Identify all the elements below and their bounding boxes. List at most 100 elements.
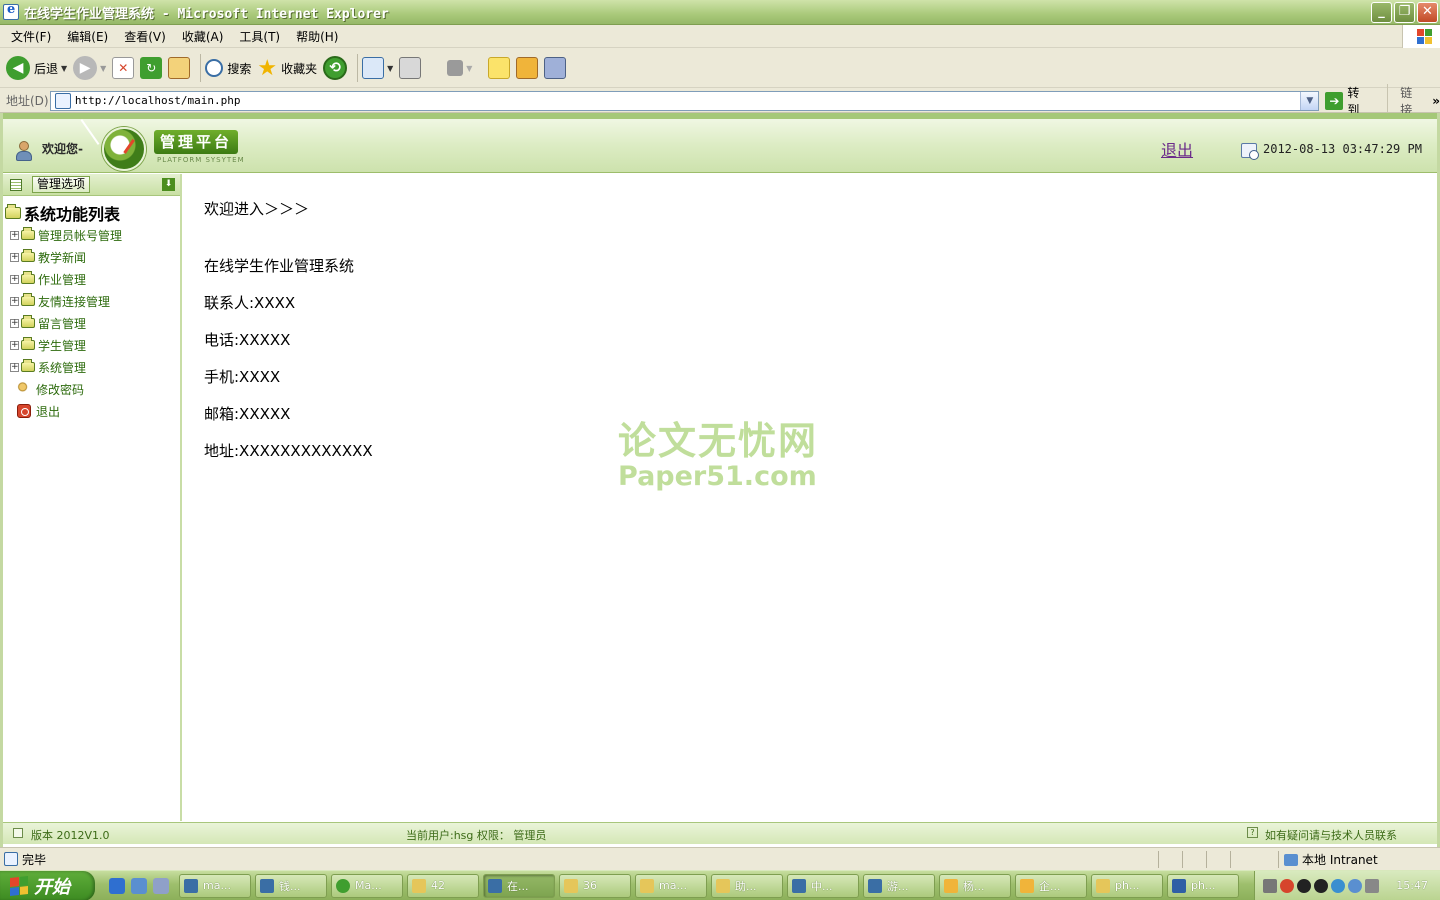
menu-tools[interactable]: 工具(T) <box>231 28 288 45</box>
taskbar-task[interactable]: ph... <box>1167 873 1239 898</box>
tree-item-messages[interactable]: + 留言管理 <box>3 312 180 334</box>
menu-edit[interactable]: 编辑(E) <box>59 28 116 45</box>
links-chevron-icon[interactable]: » <box>1432 94 1440 108</box>
taskbar-task-active[interactable]: 在... <box>483 873 555 898</box>
zone-text: 本地 Intranet <box>1302 853 1378 867</box>
collapse-arrow-icon[interactable]: ⬇ <box>162 178 175 191</box>
forward-arrow-icon: ▶ <box>73 56 98 80</box>
shield-icon[interactable] <box>1348 879 1362 893</box>
expand-icon[interactable]: + <box>10 340 19 350</box>
status-bar: 完毕 本地 Intranet <box>0 847 1440 870</box>
watermark-line1: 论文无忧网 <box>618 419 819 463</box>
expand-icon[interactable]: + <box>10 362 19 372</box>
start-button[interactable]: 开始 <box>0 870 95 900</box>
folder-icon <box>21 359 35 372</box>
search-button[interactable]: 搜索 <box>205 53 251 83</box>
qq-icon[interactable] <box>1297 879 1311 893</box>
expand-icon[interactable]: + <box>10 318 19 328</box>
keyboard-icon[interactable] <box>1263 879 1277 893</box>
quick-launch <box>109 877 169 894</box>
tree-item-system[interactable]: + 系统管理 <box>3 356 180 378</box>
home-button[interactable] <box>168 53 191 83</box>
taskbar-task[interactable]: 中... <box>787 873 859 898</box>
calendar-clock-icon <box>1241 143 1259 160</box>
tree-item-homework[interactable]: + 作业管理 <box>3 268 180 290</box>
expand-icon[interactable]: + <box>10 230 19 240</box>
refresh-button[interactable]: ↻ <box>140 53 163 83</box>
task-label: 游... <box>887 879 909 893</box>
address-dropdown-icon[interactable]: ▼ <box>1300 91 1319 110</box>
qq-icon[interactable] <box>1314 879 1328 893</box>
tree-item-admin-accounts[interactable]: + 管理员帐号管理 <box>3 224 180 246</box>
folder-icon <box>21 293 35 306</box>
taskbar-task[interactable]: 36 <box>559 873 631 898</box>
version-icon <box>13 828 23 838</box>
maximize-button[interactable]: ❐ <box>1394 2 1415 23</box>
taskbar-task[interactable]: ph... <box>1091 873 1163 898</box>
menu-favorites[interactable]: 收藏(A) <box>174 28 232 45</box>
expand-icon[interactable]: + <box>10 252 19 262</box>
window-titlebar[interactable]: 在线学生作业管理系统 - Microsoft Internet Explorer… <box>0 0 1440 25</box>
go-arrow-icon: ➔ <box>1325 91 1344 110</box>
tree-item-change-password[interactable]: 修改密码 <box>3 378 180 400</box>
address-input[interactable]: http://localhost/main.php ▼ <box>49 90 1320 111</box>
network-icon[interactable] <box>1331 879 1345 893</box>
taskbar-task[interactable]: 钱... <box>255 873 327 898</box>
menu-help[interactable]: 帮助(H) <box>288 28 346 45</box>
close-button[interactable]: ✕ <box>1417 2 1438 23</box>
printer-icon <box>399 57 422 79</box>
mail-dropdown-icon[interactable]: ▼ <box>387 64 393 73</box>
contact-person: 联系人:XXXX <box>204 294 296 312</box>
stop-button[interactable]: ✕ <box>112 53 135 83</box>
taskbar-task[interactable]: Ma... <box>331 873 403 898</box>
taskbar-task[interactable]: ma... <box>179 873 251 898</box>
taskbar-task[interactable]: 企... <box>1015 873 1087 898</box>
menu-view[interactable]: 查看(V) <box>116 28 174 45</box>
research-button[interactable] <box>516 53 539 83</box>
print-button[interactable] <box>399 53 422 83</box>
forward-button[interactable]: ▶ ▼ <box>73 53 106 83</box>
mail-button[interactable]: ▼ <box>362 53 393 83</box>
book-icon <box>516 57 539 79</box>
security-zone[interactable]: 本地 Intranet <box>1284 851 1378 868</box>
desktop-quicklaunch-icon[interactable] <box>131 877 147 894</box>
taskbar-task[interactable]: 42 <box>407 873 479 898</box>
taskbar-task[interactable]: 游... <box>863 873 935 898</box>
folder-icon <box>564 878 578 893</box>
tree-item-news[interactable]: + 教学新闻 <box>3 246 180 268</box>
favorites-button[interactable]: ★ 收藏夹 <box>257 53 317 83</box>
edit-dropdown-icon[interactable]: ▼ <box>466 64 472 73</box>
task-label: ma... <box>659 879 687 892</box>
folder-icon <box>21 227 35 240</box>
tree-item-logout[interactable]: 退出 <box>3 400 180 422</box>
address-url[interactable]: http://localhost/main.php <box>75 94 241 107</box>
media-quicklaunch-icon[interactable] <box>153 877 169 894</box>
taskbar-task[interactable]: 助... <box>711 873 783 898</box>
history-button[interactable]: ⟲ <box>323 53 348 83</box>
menu-file[interactable]: 文件(F) <box>3 28 59 45</box>
back-dropdown-icon[interactable]: ▼ <box>61 64 67 73</box>
tray-expand-icon[interactable] <box>1280 879 1294 893</box>
back-button[interactable]: ◀ 后退 ▼ <box>6 53 67 83</box>
expand-icon[interactable]: + <box>10 274 19 284</box>
discuss-button[interactable] <box>478 53 511 83</box>
forward-dropdown-icon[interactable]: ▼ <box>100 64 106 73</box>
expand-icon[interactable]: + <box>10 296 19 306</box>
tree-item-students[interactable]: + 学生管理 <box>3 334 180 356</box>
tree-item-label: 修改密码 <box>36 382 85 397</box>
tree-root[interactable]: 系统功能列表 <box>3 202 180 224</box>
task-label: 36 <box>583 879 597 892</box>
taskbar-task[interactable]: 杨... <box>939 873 1011 898</box>
windows-logo-icon <box>1402 25 1440 48</box>
device-icon[interactable] <box>1365 879 1379 893</box>
sidebar-tab-options[interactable]: 管理选项 <box>32 176 91 193</box>
tree-item-links[interactable]: + 友情连接管理 <box>3 290 180 312</box>
system-clock[interactable]: 15:47 <box>1396 879 1428 892</box>
messenger-button[interactable] <box>544 53 567 83</box>
stop-icon: ✕ <box>112 57 135 79</box>
logout-link[interactable]: 退出 <box>1161 137 1193 161</box>
taskbar-task[interactable]: ma... <box>635 873 707 898</box>
minimize-button[interactable]: _ <box>1371 2 1392 23</box>
ie-quicklaunch-icon[interactable] <box>109 877 125 894</box>
edit-button[interactable]: ▼ <box>427 53 472 83</box>
